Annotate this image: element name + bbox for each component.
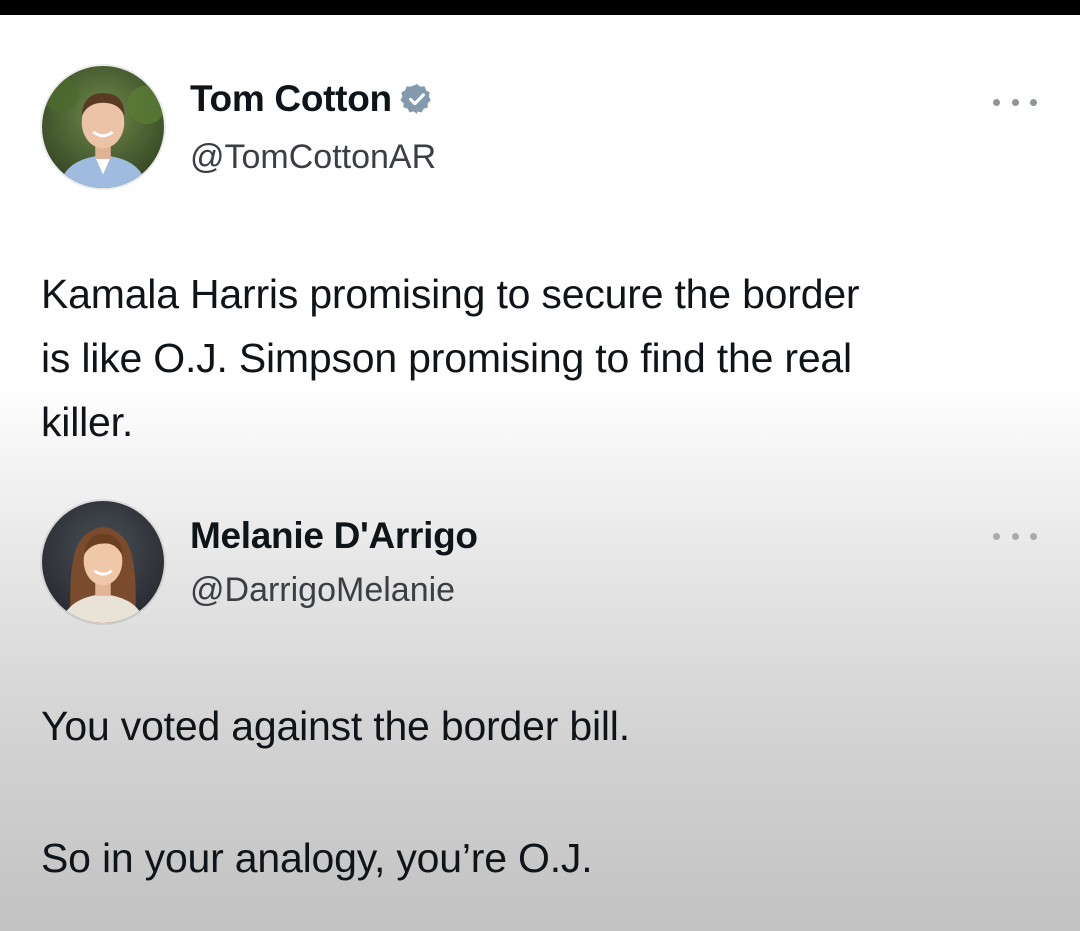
avatar-tom-cotton[interactable] [40, 64, 166, 190]
dot [1030, 98, 1037, 106]
dot [1030, 532, 1037, 540]
tweet-original[interactable]: Tom Cotton @TomCottonAR Kamala Harris pr… [0, 0, 1080, 470]
more-options-button[interactable] [993, 526, 1037, 546]
avatar-image [42, 501, 164, 623]
display-name[interactable]: Tom Cotton [190, 78, 392, 120]
dot [1011, 98, 1019, 106]
tweet-paragraph: You voted against the border bill. [41, 703, 630, 749]
verified-badge-icon [400, 82, 434, 116]
tweet-text: Kamala Harris promising to secure the bo… [41, 271, 860, 445]
more-options-button[interactable] [993, 92, 1037, 112]
user-handle[interactable]: @TomCottonAR [190, 138, 436, 177]
tweet-paragraph: So in your analogy, you’re O.J. [41, 835, 593, 881]
tweet-reply[interactable]: Melanie D'Arrigo @DarrigoMelanie You vot… [0, 470, 1080, 931]
avatar-melanie-darrigo[interactable] [40, 499, 166, 625]
dot [1011, 532, 1019, 540]
avatar-image [42, 66, 164, 188]
user-handle[interactable]: @DarrigoMelanie [190, 571, 455, 610]
display-name[interactable]: Melanie D'Arrigo [190, 515, 478, 557]
dot [993, 98, 1000, 106]
dot [993, 532, 1000, 540]
